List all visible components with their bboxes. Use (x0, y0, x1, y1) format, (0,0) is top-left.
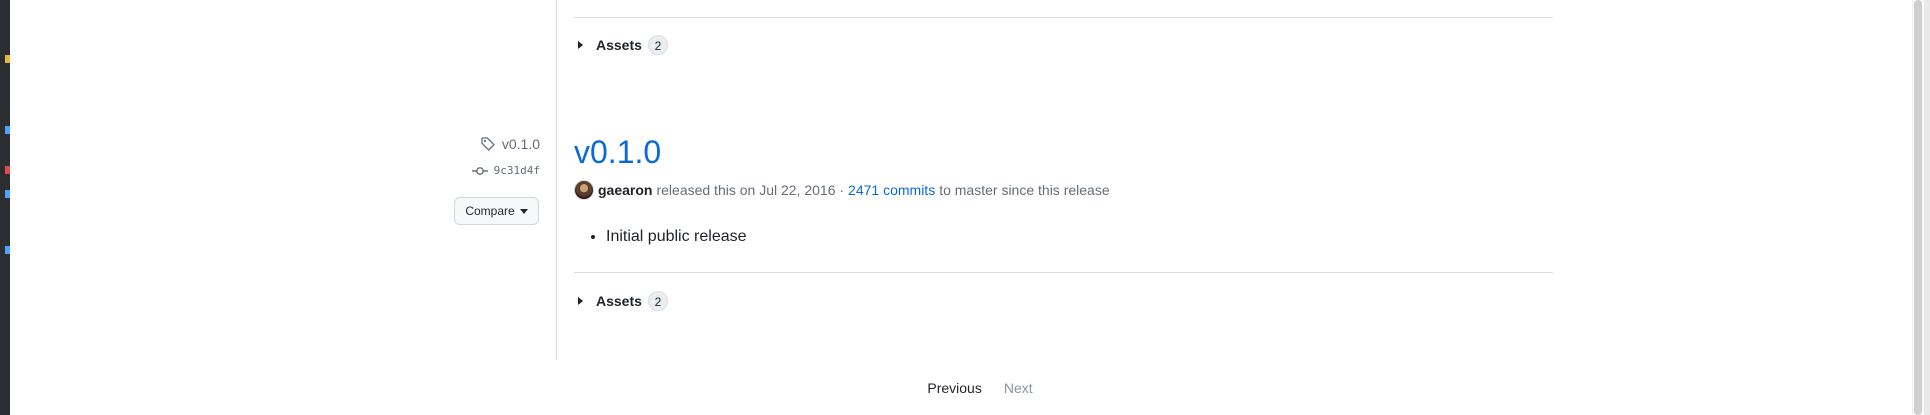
caret-right-icon (578, 297, 583, 305)
assets-count-badge: 2 (647, 35, 668, 55)
released-text: released this on Jul 22, 2016 · (656, 182, 845, 198)
pagination: Previous Next (0, 380, 1930, 396)
caret-down-icon (519, 208, 528, 214)
right-window-edge (1924, 0, 1930, 415)
release-tag[interactable]: v0.1.0 (480, 136, 540, 152)
previous-page-link[interactable]: Previous (927, 380, 981, 396)
release-commit[interactable]: 9c31d4f (471, 164, 540, 177)
assets-label: Assets (596, 37, 642, 53)
commit-sha: 9c31d4f (493, 164, 540, 177)
editor-marker (5, 166, 10, 174)
commit-icon (471, 166, 488, 175)
release-notes: Initial public release (574, 225, 747, 249)
caret-right-icon (578, 41, 583, 49)
left-window-edge (0, 0, 10, 415)
previous-assets-toggle[interactable]: Assets 2 (574, 33, 668, 57)
compare-button[interactable]: Compare (454, 197, 539, 225)
releases-page: Assets 2 v0.1.0 9c31d4f Compare v0.1.0 g… (0, 0, 1930, 415)
tag-label: v0.1.0 (501, 136, 540, 152)
assets-count-badge: 2 (647, 291, 668, 311)
compare-label: Compare (465, 204, 515, 218)
release-assets-toggle[interactable]: Assets 2 (574, 289, 668, 313)
scrollbar-thumb[interactable] (1914, 0, 1922, 415)
editor-marker (5, 55, 10, 63)
since-text: to master since this release (939, 182, 1110, 198)
editor-marker (5, 246, 10, 254)
assets-label: Assets (596, 293, 642, 309)
release-note-item: Initial public release (606, 225, 747, 249)
divider (574, 17, 1553, 18)
author-link[interactable]: gaearon (598, 182, 652, 198)
avatar[interactable] (574, 180, 594, 200)
next-page-link: Next (1003, 380, 1033, 396)
timeline-line (556, 0, 557, 360)
release-title-link[interactable]: v0.1.0 (574, 130, 661, 174)
tag-icon (481, 137, 495, 151)
editor-marker (5, 126, 10, 134)
editor-marker (5, 190, 10, 198)
release-meta: gaearon released this on Jul 22, 2016 · … (574, 180, 1110, 200)
divider (574, 272, 1553, 273)
commits-link[interactable]: 2471 commits (848, 182, 935, 198)
